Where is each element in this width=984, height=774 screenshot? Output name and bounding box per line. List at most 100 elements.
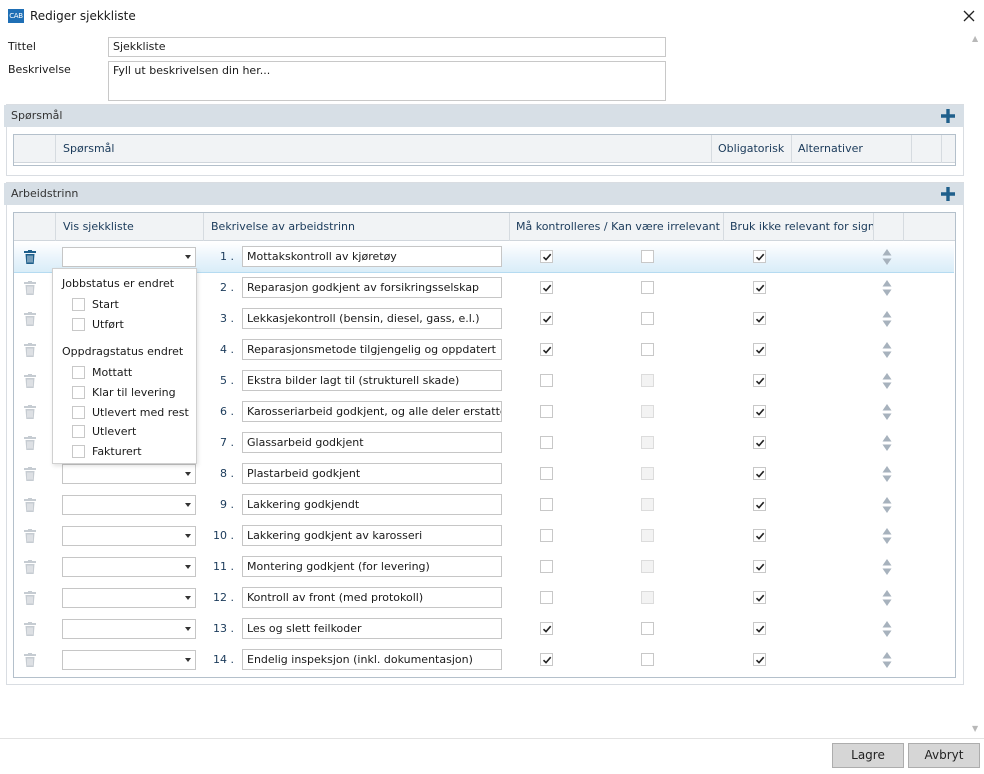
sort-arrows-icon[interactable] <box>882 403 892 421</box>
must-check-checkbox[interactable] <box>540 374 553 387</box>
steps-col-must-check[interactable]: Må kontrolleres / Kan være irrelevant <box>510 213 724 241</box>
step-description-input[interactable]: Glassarbeid godkjent <box>242 432 502 453</box>
vertical-scrollbar[interactable]: ▲ ▼ <box>968 32 984 738</box>
show-checklist-select[interactable] <box>62 464 196 484</box>
checkbox[interactable] <box>72 425 85 438</box>
step-description-input[interactable]: Reparasjonsmetode tilgjengelig og oppdat… <box>242 339 502 360</box>
sort-arrows-icon[interactable] <box>882 620 892 638</box>
can-be-irrelevant-checkbox[interactable] <box>641 343 654 356</box>
can-be-irrelevant-checkbox[interactable] <box>641 281 654 294</box>
checkbox[interactable] <box>72 318 85 331</box>
step-description-input[interactable]: Mottakskontroll av kjøretøy <box>242 246 502 267</box>
trash-icon[interactable] <box>24 405 36 419</box>
sort-arrows-icon[interactable] <box>882 279 892 297</box>
trash-icon[interactable] <box>24 374 36 388</box>
scroll-up-icon[interactable]: ▲ <box>972 34 978 43</box>
questions-col-question[interactable]: Spørsmål <box>56 135 712 163</box>
table-row[interactable]: 10 . Lakkering godkjent av karosseri <box>14 521 954 552</box>
steps-col-description[interactable]: Bekrivelse av arbeidstrinn <box>204 213 510 241</box>
must-check-checkbox[interactable] <box>540 591 553 604</box>
table-row[interactable]: 11 . Montering godkjent (for levering) <box>14 552 954 583</box>
not-relevant-for-sign-checkbox[interactable] <box>753 653 766 666</box>
sort-arrows-icon[interactable] <box>882 341 892 359</box>
must-check-checkbox[interactable] <box>540 529 553 542</box>
questions-col-alternatives[interactable]: Alternativer <box>792 135 912 163</box>
show-checklist-select[interactable] <box>62 619 196 639</box>
save-button[interactable]: Lagre <box>832 743 904 768</box>
description-input[interactable]: Fyll ut beskrivelsen din her... <box>108 61 666 101</box>
cancel-button[interactable]: Avbryt <box>908 743 980 768</box>
step-description-input[interactable]: Endelig inspeksjon (inkl. dokumentasjon) <box>242 649 502 670</box>
step-description-input[interactable]: Montering godkjent (for levering) <box>242 556 502 577</box>
not-relevant-for-sign-checkbox[interactable] <box>753 467 766 480</box>
must-check-checkbox[interactable] <box>540 653 553 666</box>
step-description-input[interactable]: Lekkasjekontroll (bensin, diesel, gass, … <box>242 308 502 329</box>
sort-arrows-icon[interactable] <box>882 434 892 452</box>
can-be-irrelevant-checkbox[interactable] <box>641 250 654 263</box>
checkbox[interactable] <box>72 386 85 399</box>
not-relevant-for-sign-checkbox[interactable] <box>753 436 766 449</box>
must-check-checkbox[interactable] <box>540 312 553 325</box>
close-icon[interactable] <box>958 5 980 27</box>
title-input[interactable]: Sjekkliste <box>108 37 666 57</box>
sort-arrows-icon[interactable] <box>882 589 892 607</box>
must-check-checkbox[interactable] <box>540 343 553 356</box>
trash-icon[interactable] <box>24 653 36 667</box>
table-row[interactable]: 14 . Endelig inspeksjon (inkl. dokumentas… <box>14 645 954 676</box>
checkbox[interactable] <box>72 445 85 458</box>
must-check-checkbox[interactable] <box>540 281 553 294</box>
can-be-irrelevant-checkbox[interactable] <box>641 653 654 666</box>
table-row[interactable]: 9 . Lakkering godkjendt <box>14 490 954 521</box>
step-description-input[interactable]: Karosseriarbeid godkjent, og alle deler … <box>242 401 502 422</box>
step-description-input[interactable]: Les og slett feilkoder <box>242 618 502 639</box>
sort-arrows-icon[interactable] <box>882 558 892 576</box>
sort-arrows-icon[interactable] <box>882 496 892 514</box>
show-checklist-select[interactable] <box>62 247 196 267</box>
not-relevant-for-sign-checkbox[interactable] <box>753 405 766 418</box>
show-checklist-select[interactable] <box>62 495 196 515</box>
trash-icon[interactable] <box>24 312 36 326</box>
trash-icon[interactable] <box>24 622 36 636</box>
must-check-checkbox[interactable] <box>540 405 553 418</box>
checkbox[interactable] <box>72 298 85 311</box>
trash-icon[interactable] <box>24 467 36 481</box>
sort-arrows-icon[interactable] <box>882 372 892 390</box>
sort-arrows-icon[interactable] <box>882 465 892 483</box>
steps-col-show-checklist[interactable]: Vis sjekkliste <box>56 213 204 241</box>
add-question-button[interactable] <box>938 106 958 126</box>
trash-icon[interactable] <box>24 591 36 605</box>
trash-icon[interactable] <box>24 560 36 574</box>
show-checklist-select[interactable] <box>62 588 196 608</box>
checkbox[interactable] <box>72 406 85 419</box>
step-description-input[interactable]: Plastarbeid godkjent <box>242 463 502 484</box>
not-relevant-for-sign-checkbox[interactable] <box>753 622 766 635</box>
steps-col-not-relevant-sign[interactable]: Bruk ikke relevant for sign <box>724 213 874 241</box>
trash-icon[interactable] <box>24 281 36 295</box>
trash-icon[interactable] <box>24 529 36 543</box>
must-check-checkbox[interactable] <box>540 467 553 480</box>
scroll-down-icon[interactable]: ▼ <box>972 724 978 733</box>
must-check-checkbox[interactable] <box>540 436 553 449</box>
trash-icon[interactable] <box>24 498 36 512</box>
show-checklist-select[interactable] <box>62 650 196 670</box>
can-be-irrelevant-checkbox[interactable] <box>641 312 654 325</box>
sort-arrows-icon[interactable] <box>882 527 892 545</box>
must-check-checkbox[interactable] <box>540 560 553 573</box>
step-description-input[interactable]: Reparasjon godkjent av forsikringsselska… <box>242 277 502 298</box>
must-check-checkbox[interactable] <box>540 250 553 263</box>
show-checklist-select[interactable] <box>62 526 196 546</box>
not-relevant-for-sign-checkbox[interactable] <box>753 560 766 573</box>
questions-col-mandatory[interactable]: Obligatorisk <box>712 135 792 163</box>
trash-icon[interactable] <box>24 250 36 264</box>
trash-icon[interactable] <box>24 436 36 450</box>
must-check-checkbox[interactable] <box>540 498 553 511</box>
table-row[interactable]: 12 . Kontroll av front (med protokoll) <box>14 583 954 614</box>
trash-icon[interactable] <box>24 343 36 357</box>
table-row[interactable]: 13 . Les og slett feilkoder <box>14 614 954 645</box>
sort-arrows-icon[interactable] <box>882 651 892 669</box>
not-relevant-for-sign-checkbox[interactable] <box>753 591 766 604</box>
not-relevant-for-sign-checkbox[interactable] <box>753 250 766 263</box>
step-description-input[interactable]: Kontroll av front (med protokoll) <box>242 587 502 608</box>
not-relevant-for-sign-checkbox[interactable] <box>753 343 766 356</box>
sort-arrows-icon[interactable] <box>882 248 892 266</box>
